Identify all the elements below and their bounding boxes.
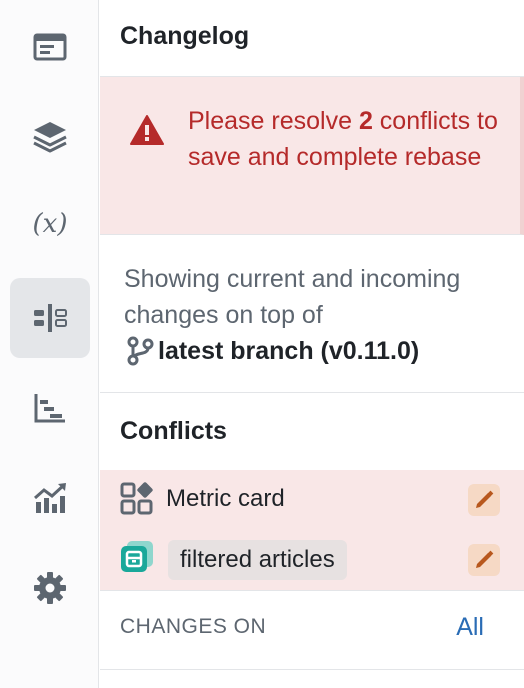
warning-icon: [130, 115, 164, 145]
rebase-info: Showing current and incoming changes on …: [100, 235, 524, 393]
conflicts-heading: Conflicts: [120, 417, 227, 445]
rail-item-layers[interactable]: [10, 97, 90, 177]
git-branch-icon: [127, 336, 154, 366]
info-description: Showing current and incoming changes on …: [124, 265, 461, 329]
rail-item-compare[interactable]: [10, 278, 90, 358]
conflict-label: Metric card: [166, 485, 285, 512]
alert-message: Please resolve 2 conflicts to save and c…: [188, 103, 498, 175]
gear-icon: [34, 572, 66, 604]
conflicts-section-header: Conflicts: [100, 393, 524, 470]
dataset-icon: [121, 541, 153, 572]
edit-filtered-articles-button[interactable]: [468, 544, 500, 576]
conflict-alert: Please resolve 2 conflicts to save and c…: [100, 77, 524, 235]
changelog-panel: Changelog Please resolve 2 conflicts to …: [100, 0, 524, 688]
rail-item-layout[interactable]: [10, 7, 90, 87]
icon-rail: (x): [0, 0, 99, 688]
rail-item-chart[interactable]: [10, 458, 90, 538]
conflict-item-filtered-articles[interactable]: filtered articles: [100, 540, 524, 596]
pencil-icon: [476, 550, 494, 568]
alert-count: 2: [358, 107, 373, 135]
compare-icon: [34, 304, 67, 332]
branch-label: latest branch (v0.11.0): [158, 337, 420, 365]
rebase-info-text: Showing current and incoming changes on …: [124, 261, 504, 369]
chart-trend-icon: [34, 483, 66, 513]
changes-on-filter-link[interactable]: All: [456, 613, 484, 642]
layout-icon: [33, 33, 67, 61]
alert-prefix: Please resolve: [188, 107, 359, 135]
variables-icon: (x): [32, 209, 68, 239]
branch-row: latest branch (v0.11.0): [124, 333, 504, 369]
conflict-item-metric-card[interactable]: Metric card: [100, 482, 524, 538]
rail-item-settings[interactable]: [10, 548, 90, 628]
conflict-chip: filtered articles: [168, 540, 347, 580]
widget-grid-icon: [120, 482, 153, 515]
layers-icon: [33, 122, 67, 153]
pencil-icon: [476, 490, 494, 508]
timeline-icon: [34, 394, 65, 423]
panel-header: Changelog: [100, 0, 524, 77]
rail-item-variables[interactable]: (x): [10, 184, 90, 264]
panel-title: Changelog: [120, 22, 250, 50]
rail-item-timeline[interactable]: [10, 368, 90, 448]
conflict-list: Metric card filtered articles: [100, 470, 524, 591]
changes-on-row: CHANGES ON All: [100, 591, 524, 670]
edit-metric-card-button[interactable]: [468, 484, 500, 516]
changes-on-label: CHANGES ON: [120, 615, 267, 638]
